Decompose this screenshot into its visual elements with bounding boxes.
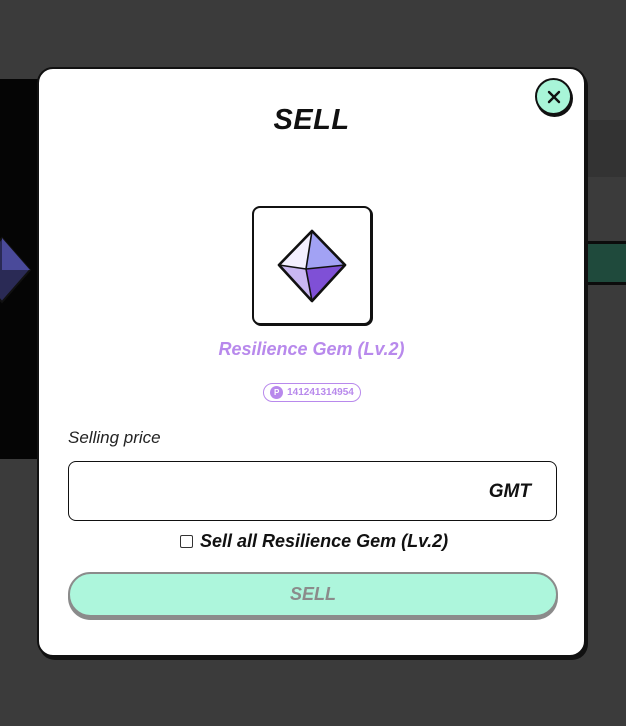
selling-price-field: GMT <box>68 461 557 522</box>
dialog-title: SELL <box>273 104 350 136</box>
gem-icon <box>277 229 347 302</box>
background-panel-right <box>586 120 626 177</box>
sell-all-label[interactable]: Sell all Resilience Gem (Lv.2) <box>200 531 448 552</box>
item-name: Resilience Gem (Lv.2) <box>218 339 405 359</box>
background-button-right <box>586 241 626 285</box>
sell-all-checkbox[interactable] <box>180 535 193 548</box>
token-id: 141241314954 <box>287 387 354 398</box>
selling-price-label: Selling price <box>68 428 161 447</box>
currency-label: GMT <box>488 481 531 502</box>
background-gem-icon <box>0 236 32 304</box>
token-id-badge: P 141241314954 <box>263 383 361 402</box>
token-icon: P <box>270 386 284 399</box>
sell-all-option[interactable]: Sell all Resilience Gem (Lv.2) <box>180 531 448 552</box>
item-image <box>252 206 372 325</box>
sell-button-label: SELL <box>289 584 336 604</box>
sell-dialog <box>37 67 586 657</box>
close-icon <box>547 90 560 103</box>
sell-button[interactable]: SELL <box>68 572 558 617</box>
selling-price-input[interactable] <box>83 462 477 522</box>
